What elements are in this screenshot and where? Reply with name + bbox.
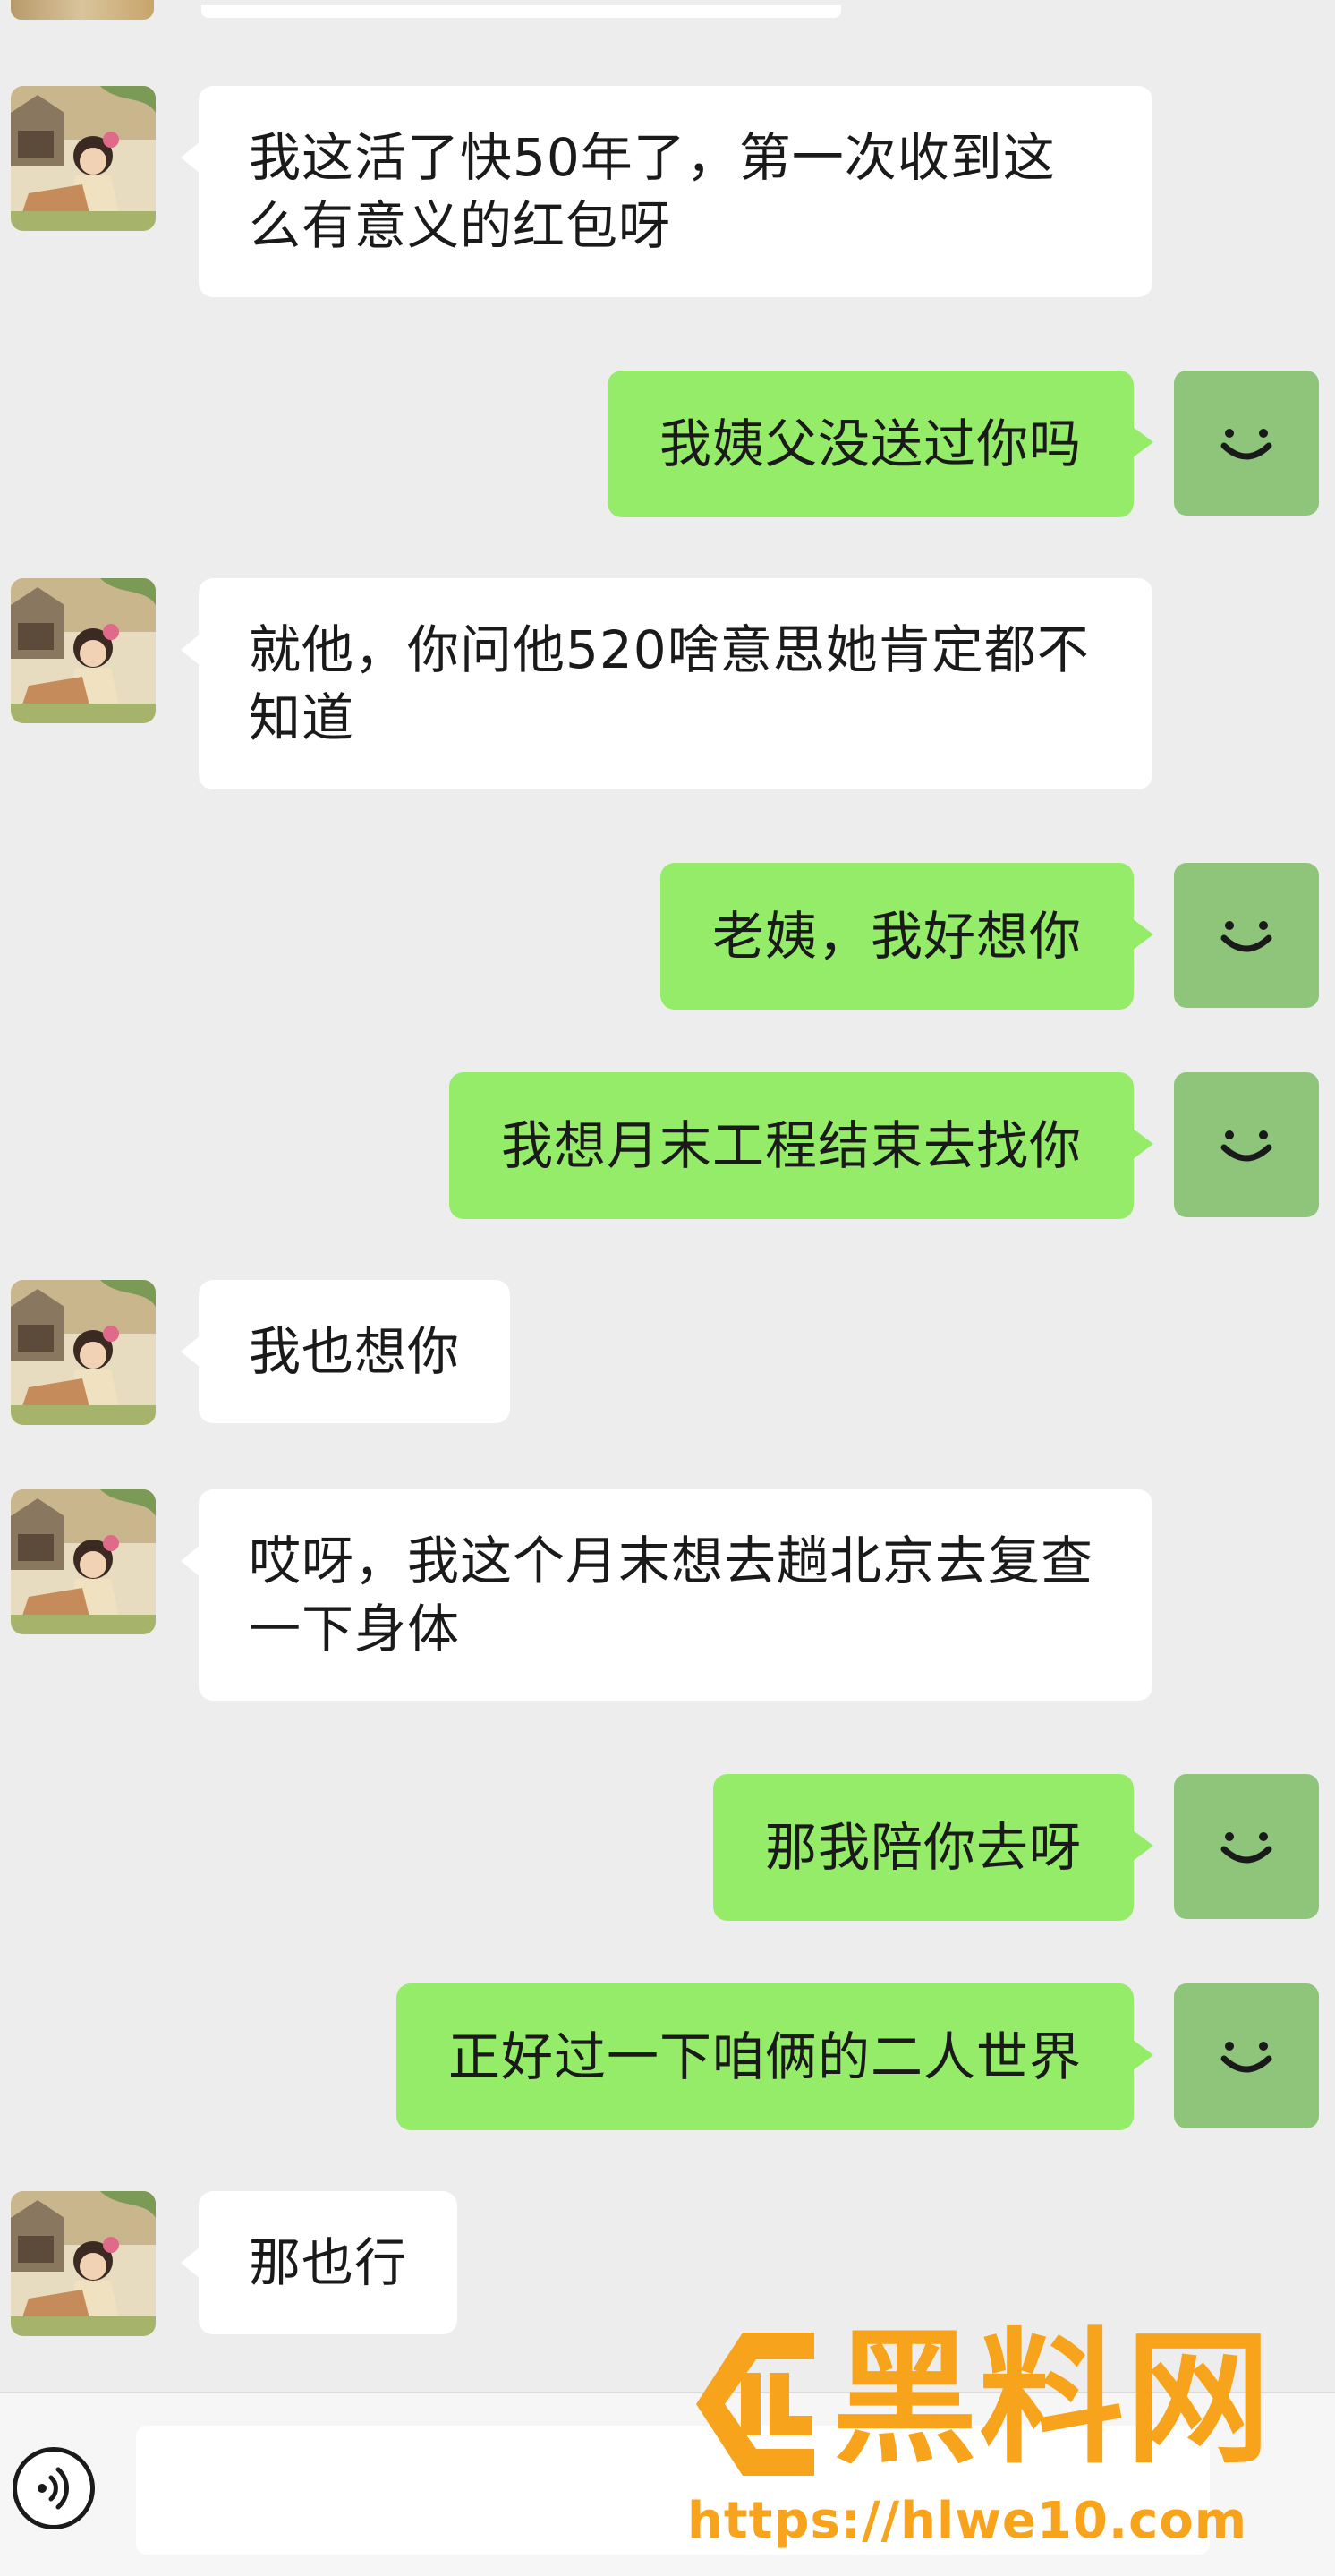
message-text: 我这活了快50年了，第一次收到这么有意义的红包呀	[249, 127, 1056, 256]
girl-portrait-avatar-icon	[11, 2191, 156, 2336]
watermark: 黑料网 https://hlwe10.com	[680, 2316, 1324, 2550]
message-text: 那也行	[249, 2232, 408, 2293]
partial-avatar	[11, 0, 154, 20]
watermark-logo-icon	[680, 2324, 832, 2485]
outgoing-message-bubble[interactable]: 我姨父没送过你吗	[607, 371, 1154, 517]
message-text: 老姨，我好想你	[711, 906, 1082, 967]
my-avatar[interactable]	[1174, 863, 1319, 1008]
message-text: 正好过一下咱俩的二人世界	[447, 2026, 1082, 2087]
my-avatar[interactable]	[1174, 1774, 1319, 1919]
message-text: 那我陪你去呀	[764, 1817, 1082, 1878]
outgoing-message-bubble[interactable]: 正好过一下咱俩的二人世界	[395, 1983, 1154, 2130]
chat-area[interactable]: 我这活了快50年了，第一次收到这么有意义的红包呀 我姨父没送过你吗 就他，你问他…	[0, 0, 1335, 2392]
contact-avatar[interactable]	[11, 1280, 156, 1425]
outgoing-message-bubble[interactable]: 我想月末工程结束去找你	[448, 1072, 1154, 1219]
message-text: 我想月末工程结束去找你	[500, 1115, 1082, 1176]
voice-input-button[interactable]	[13, 2447, 95, 2529]
smiley-avatar-icon	[1220, 429, 1272, 460]
girl-portrait-avatar-icon	[11, 1280, 156, 1425]
partial-message-bubble	[201, 5, 841, 18]
my-avatar[interactable]	[1174, 1072, 1319, 1217]
my-avatar[interactable]	[1174, 371, 1319, 516]
smiley-avatar-icon	[1220, 1832, 1272, 1864]
watermark-title: 黑料网	[832, 2316, 1272, 2484]
message-text: 哎呀，我这个月末想去趟北京去复查一下身体	[249, 1531, 1094, 1659]
contact-avatar[interactable]	[11, 1489, 156, 1634]
contact-avatar[interactable]	[11, 578, 156, 723]
message-text: 我姨父没送过你吗	[659, 414, 1082, 474]
girl-portrait-avatar-icon	[11, 1489, 156, 1634]
contact-avatar[interactable]	[11, 2191, 156, 2336]
watermark-url: https://hlwe10.com	[687, 2492, 1248, 2550]
outgoing-message-bubble[interactable]: 老姨，我好想你	[659, 863, 1154, 1010]
smiley-avatar-icon	[1220, 2042, 1272, 2073]
my-avatar[interactable]	[1174, 1983, 1319, 2128]
incoming-message-bubble[interactable]: 那也行	[180, 2191, 458, 2334]
outgoing-message-bubble[interactable]: 那我陪你去呀	[712, 1774, 1154, 1921]
voice-input-icon	[38, 2467, 69, 2510]
smiley-avatar-icon	[1220, 1130, 1272, 1162]
incoming-message-bubble[interactable]: 哎呀，我这个月末想去趟北京去复查一下身体	[181, 1489, 1152, 1701]
incoming-message-bubble[interactable]: 我也想你	[180, 1280, 511, 1423]
smiley-avatar-icon	[1220, 921, 1272, 952]
message-text: 我也想你	[249, 1321, 461, 1382]
incoming-message-bubble[interactable]: 我这活了快50年了，第一次收到这么有意义的红包呀	[181, 86, 1152, 297]
contact-avatar[interactable]	[11, 86, 156, 231]
girl-portrait-avatar-icon	[11, 578, 156, 723]
message-text: 就他，你问他520啥意思她肯定都不知道	[249, 619, 1090, 748]
incoming-message-bubble[interactable]: 就他，你问他520啥意思她肯定都不知道	[181, 578, 1152, 789]
girl-portrait-avatar-icon	[11, 86, 156, 231]
